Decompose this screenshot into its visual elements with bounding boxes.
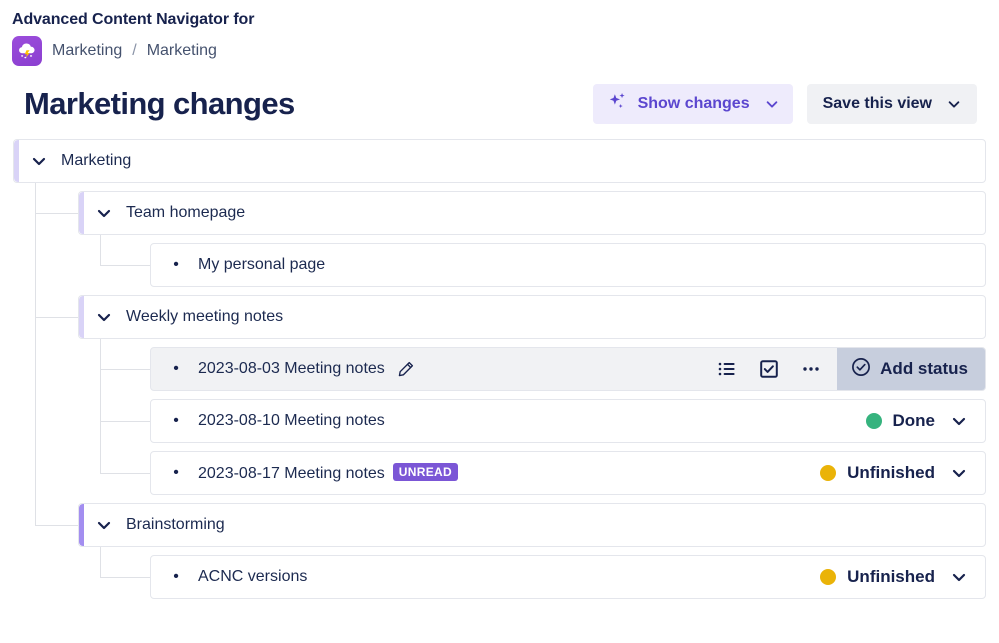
status-dot — [820, 465, 837, 481]
row-label: 2023-08-17 Meeting notes UNREAD — [198, 463, 458, 483]
tree-connector-line — [100, 369, 150, 370]
bullet-icon: • — [173, 412, 179, 429]
row-accent-bar — [79, 504, 84, 546]
tree-row-my-personal-page[interactable]: • My personal page — [150, 243, 986, 287]
unread-badge: UNREAD — [392, 463, 458, 481]
row-label: ACNC versions — [198, 568, 308, 585]
row-label: Team homepage — [126, 204, 246, 221]
page-title: Marketing changes — [24, 86, 295, 121]
bullet-list-icon[interactable] — [711, 353, 743, 385]
row-main: • My personal page — [151, 256, 985, 274]
status-label: Unfinished — [847, 567, 935, 586]
row-label: Weekly meeting notes — [126, 308, 284, 325]
tree-connector-line — [35, 317, 78, 318]
row-label: My personal page — [198, 256, 326, 273]
chevron-down-icon[interactable] — [93, 202, 115, 224]
row-accent-bar — [79, 192, 84, 234]
status-label: Unfinished — [847, 463, 935, 482]
status-label: Done — [892, 411, 936, 430]
tree-row-meeting-notes-2023-08-03[interactable]: • 2023-08-03 Meeting notes Add status — [150, 347, 986, 391]
chevron-down-icon — [765, 97, 779, 111]
chevron-down-icon — [951, 465, 967, 481]
page-header: Advanced Content Navigator for Marketing… — [0, 0, 999, 127]
status-selector[interactable]: Done — [865, 411, 986, 431]
content-tree: Marketing Team homepage • My personal page W… — [0, 139, 999, 629]
bullet-icon: • — [173, 464, 179, 481]
breadcrumb-space-link[interactable]: Marketing — [52, 41, 122, 61]
status-selector[interactable]: Unfinished — [820, 463, 985, 483]
app-title: Advanced Content Navigator for — [12, 11, 255, 28]
tree-row-marketing[interactable]: Marketing — [13, 139, 986, 183]
checkbox-icon[interactable] — [753, 353, 785, 385]
tree-connector-line — [35, 213, 78, 214]
tree-row-brainstorming[interactable]: Brainstorming — [78, 503, 986, 547]
row-main: Brainstorming — [79, 514, 985, 536]
bullet-icon: • — [173, 568, 179, 585]
row-accent-bar — [14, 140, 19, 182]
row-main: • 2023-08-10 Meeting notes — [151, 412, 866, 430]
row-main: • ACNC versions — [151, 568, 820, 586]
breadcrumb-page-link[interactable]: Marketing — [147, 41, 217, 61]
show-changes-label: Show changes — [637, 95, 750, 112]
tree-row-acnc-versions[interactable]: • ACNC versions Unfinished — [150, 555, 986, 599]
chevron-down-icon — [947, 97, 961, 111]
more-options-icon[interactable] — [795, 353, 827, 385]
pencil-icon[interactable] — [397, 360, 415, 378]
row-accent-bar — [79, 296, 84, 338]
tree-connector-line — [100, 339, 101, 473]
status-dot — [820, 569, 837, 585]
row-actions: Unfinished — [820, 452, 985, 494]
chevron-down-icon — [951, 569, 967, 585]
tree-row-meeting-notes-2023-08-10[interactable]: • 2023-08-10 Meeting notes Done — [150, 399, 986, 443]
status-dot — [865, 413, 882, 429]
tree-row-weekly-meeting-notes[interactable]: Weekly meeting notes — [78, 295, 986, 339]
bullet-icon: • — [173, 256, 179, 273]
chevron-down-icon — [951, 413, 967, 429]
cloud-lightning-icon — [12, 36, 42, 66]
tree-connector-line — [100, 265, 150, 266]
row-main: Team homepage — [79, 202, 985, 224]
status-selector[interactable]: Unfinished — [820, 567, 985, 587]
save-view-label: Save this view — [822, 95, 932, 112]
bullet-icon: • — [173, 360, 179, 377]
tree-connector-line — [100, 235, 101, 265]
show-changes-button[interactable]: Show changes — [592, 84, 793, 124]
chevron-down-icon[interactable] — [93, 306, 115, 328]
row-actions: Add status — [711, 348, 985, 390]
row-label: Brainstorming — [126, 516, 225, 533]
sparkle-icon — [607, 91, 629, 118]
page-title-row: Marketing changes Show changes Save this… — [12, 81, 999, 127]
row-main: Weekly meeting notes — [79, 306, 985, 328]
breadcrumb: Marketing / Marketing — [12, 35, 999, 67]
breadcrumb-separator: / — [132, 42, 137, 59]
row-label: Marketing — [61, 152, 132, 169]
tree-connector-line — [100, 577, 150, 578]
row-actions: Unfinished — [820, 556, 985, 598]
tree-connector-line — [100, 547, 101, 577]
tree-row-meeting-notes-2023-08-17[interactable]: • 2023-08-17 Meeting notes UNREAD Unfinishe… — [150, 451, 986, 495]
tree-connector-line — [35, 183, 36, 525]
tree-connector-line — [100, 421, 150, 422]
row-label: 2023-08-03 Meeting notes — [198, 360, 385, 377]
add-status-button[interactable]: Add status — [837, 348, 985, 390]
row-main: • 2023-08-03 Meeting notes — [151, 360, 711, 378]
row-actions: Done — [865, 400, 986, 442]
check-circle-icon — [851, 357, 871, 382]
add-status-label: Add status — [880, 359, 968, 378]
row-main: • 2023-08-17 Meeting notes UNREAD — [151, 463, 820, 483]
tree-connector-line — [35, 525, 78, 526]
row-label: 2023-08-10 Meeting notes — [198, 412, 385, 429]
tree-connector-line — [100, 473, 150, 474]
chevron-down-icon[interactable] — [28, 150, 50, 172]
save-this-view-button[interactable]: Save this view — [806, 84, 977, 124]
tree-row-team-homepage[interactable]: Team homepage — [78, 191, 986, 235]
chevron-down-icon[interactable] — [93, 514, 115, 536]
header-actions: Show changes Save this view — [592, 84, 977, 124]
row-main: Marketing — [14, 150, 985, 172]
